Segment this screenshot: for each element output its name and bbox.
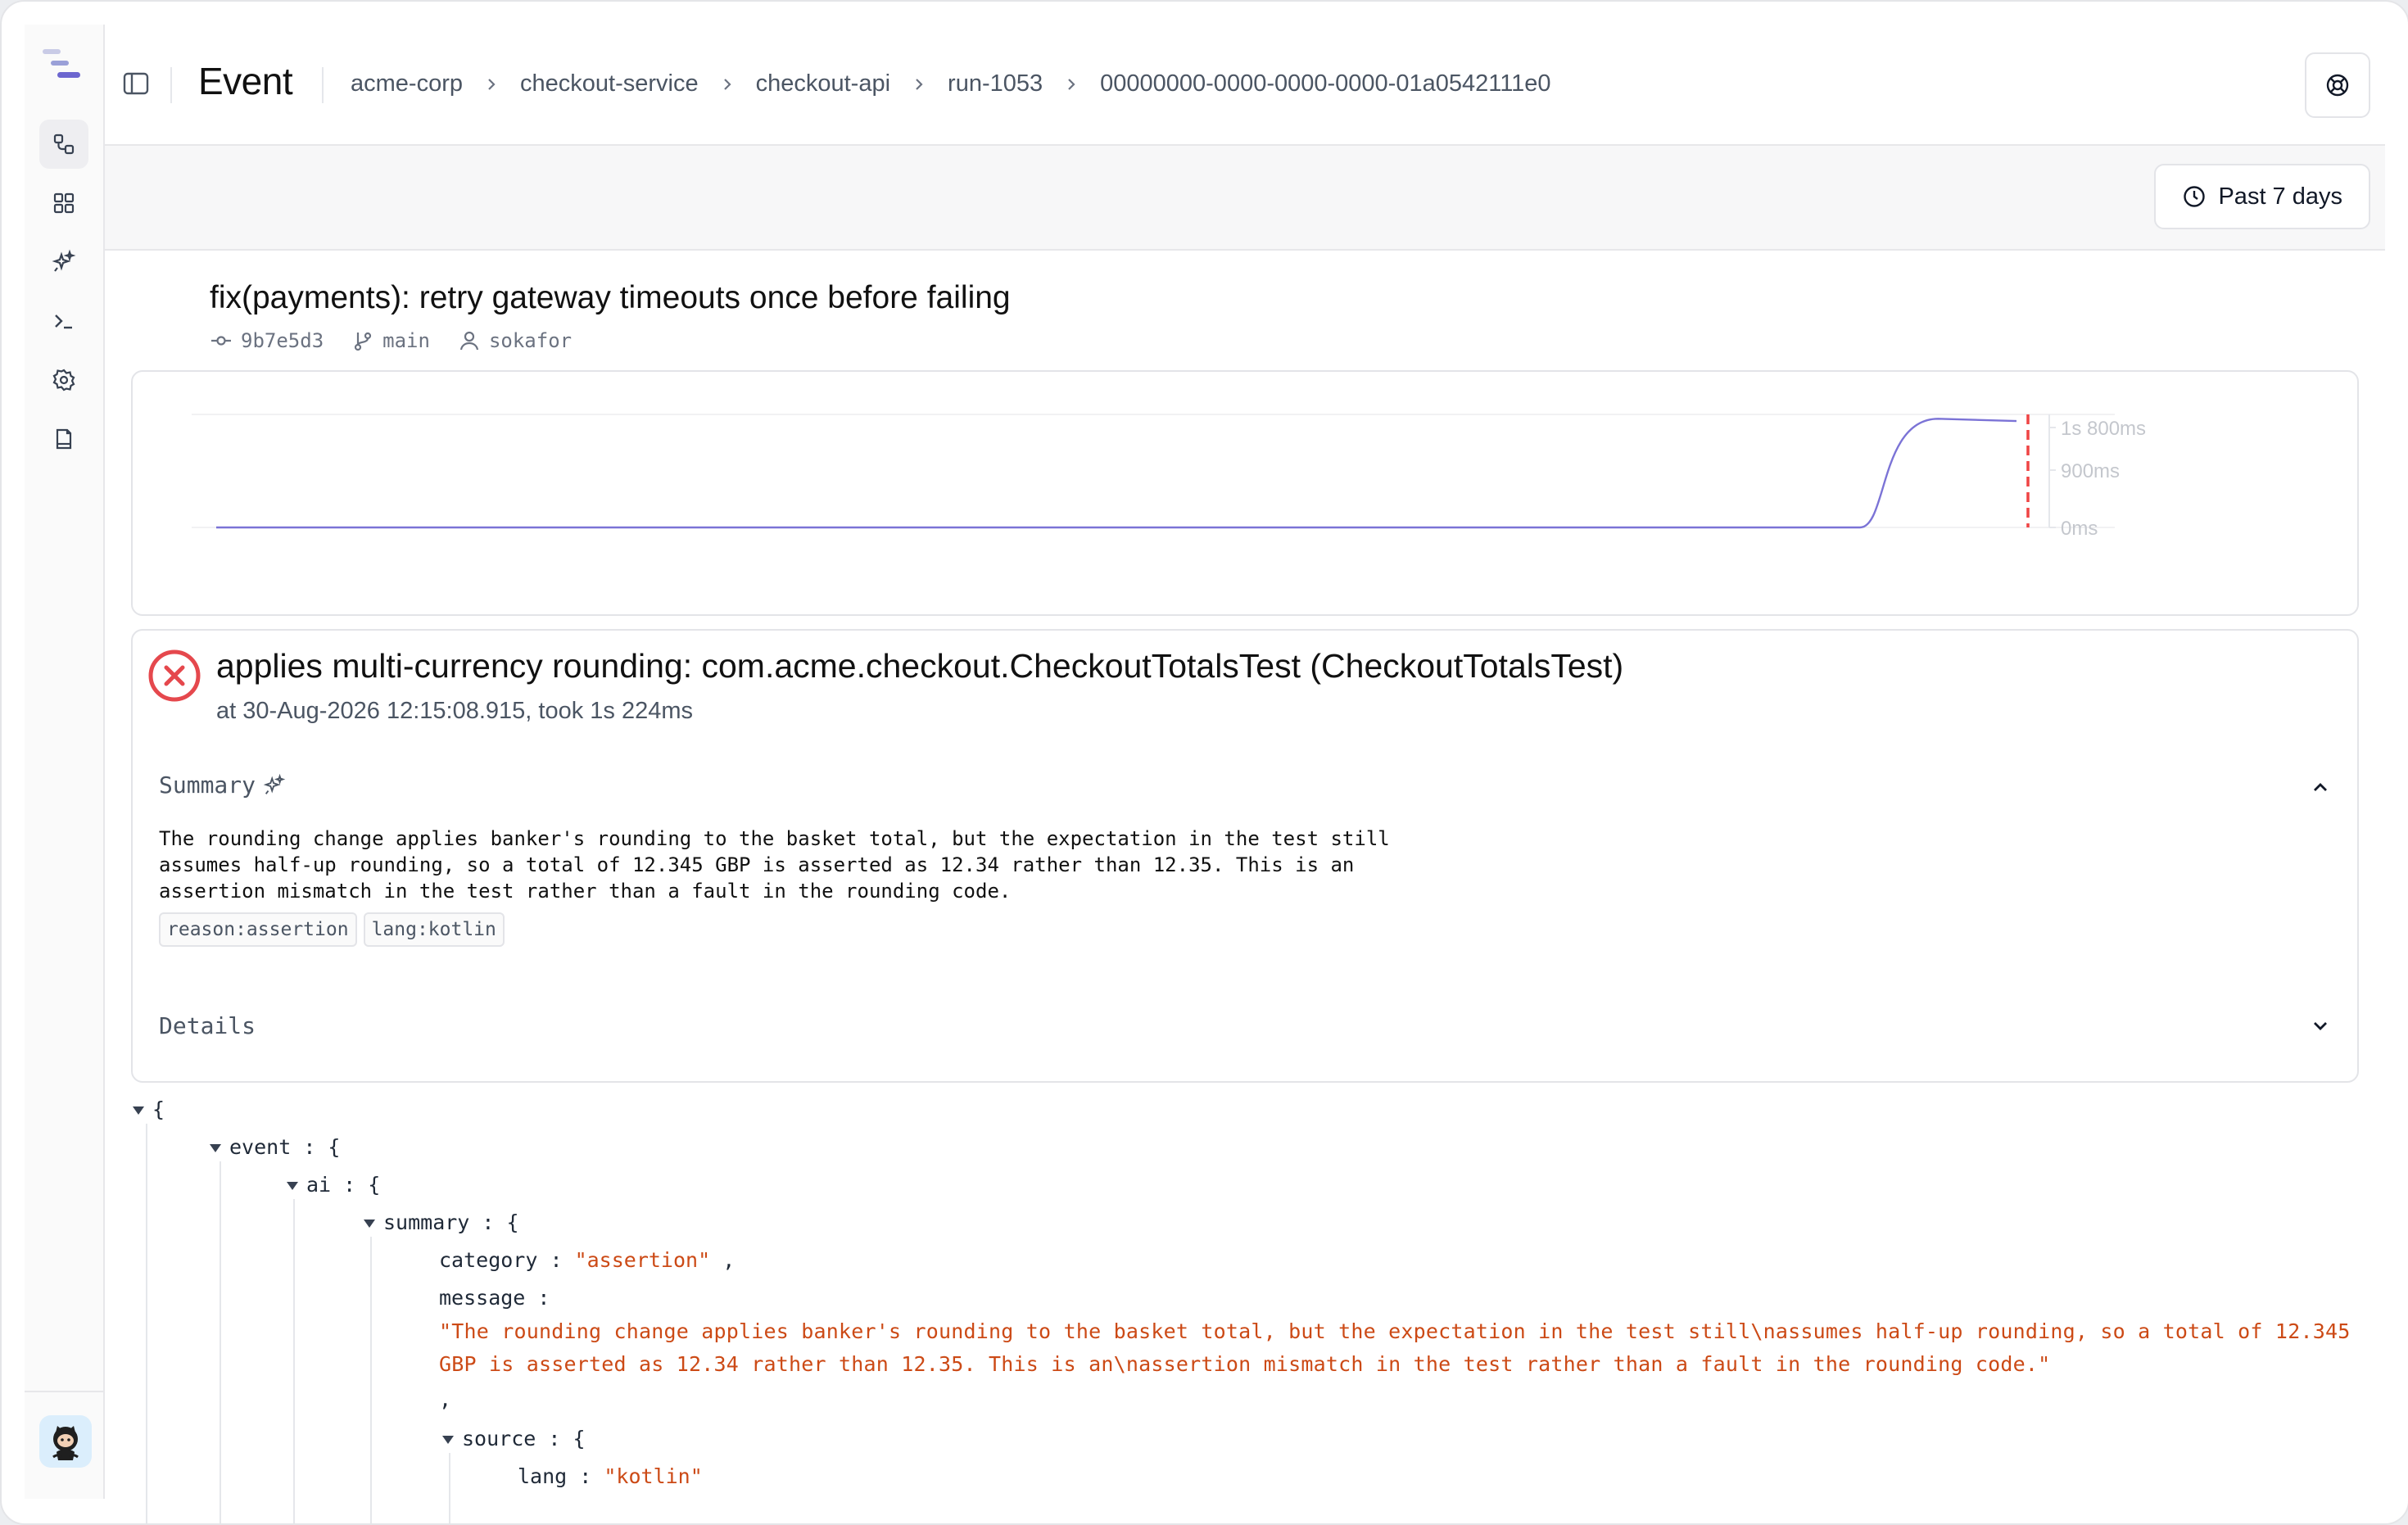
json-node-event[interactable]: event : { xyxy=(210,1135,340,1159)
json-node-ai[interactable]: ai : { xyxy=(287,1173,380,1197)
json-key: summary xyxy=(383,1210,470,1234)
summary-section-header[interactable]: Summary xyxy=(159,772,287,799)
help-button[interactable] xyxy=(2305,52,2370,118)
commit-title: fix(payments): retry gateway timeouts on… xyxy=(210,280,1011,315)
details-label: Details xyxy=(159,1012,256,1039)
json-field-message: message : xyxy=(439,1286,550,1310)
breadcrumb-service[interactable]: checkout-service xyxy=(520,70,699,97)
nav-docs-icon[interactable] xyxy=(39,414,88,464)
details-section-header[interactable]: Details xyxy=(159,1012,256,1039)
json-key: category xyxy=(439,1248,538,1272)
commit-author[interactable]: sokafor xyxy=(458,329,572,352)
test-title: applies multi-currency rounding: com.acm… xyxy=(216,647,1624,685)
indent-guide xyxy=(449,1453,450,1523)
git-commit-icon xyxy=(211,336,231,346)
indent-guide xyxy=(146,1124,147,1523)
nav-dashboard-icon[interactable] xyxy=(39,179,88,228)
nav-pipelines-icon[interactable] xyxy=(39,120,88,169)
tag-list: reason:assertion lang:kotlin xyxy=(159,912,505,947)
avatar[interactable] xyxy=(39,1415,92,1468)
chevron-right-icon xyxy=(463,77,520,92)
json-key: lang xyxy=(518,1464,568,1488)
duration-chart-card: 1s 800ms 900ms 0ms xyxy=(131,370,2359,616)
filter-bar: Past 7 days xyxy=(105,146,2385,251)
panel-toggle-icon[interactable] xyxy=(121,69,151,98)
app-window: Event acme-corp checkout-service checkou… xyxy=(0,0,2408,1525)
sidebar xyxy=(25,25,105,1499)
duration-series-line xyxy=(216,418,2017,529)
chevron-down-icon[interactable] xyxy=(2308,1014,2333,1039)
logo xyxy=(41,48,90,84)
breadcrumb: acme-corp checkout-service checkout-api … xyxy=(351,70,1551,97)
breadcrumb-org[interactable]: acme-corp xyxy=(351,70,463,97)
top-header: Event acme-corp checkout-service checkou… xyxy=(105,25,2385,146)
collapse-triangle-icon[interactable] xyxy=(133,1106,144,1115)
y-tick-label: 1s 800ms xyxy=(2061,418,2146,440)
collapse-triangle-icon[interactable] xyxy=(364,1220,375,1228)
json-string-value: "assertion" xyxy=(574,1248,711,1272)
y-tick-label: 0ms xyxy=(2061,518,2098,540)
failed-x-circle-icon xyxy=(148,649,201,702)
json-viewer: { event : { ai : { summary : { category … xyxy=(131,1091,2356,1523)
lifebuoy-icon xyxy=(2326,74,2349,97)
json-key: message xyxy=(439,1286,526,1310)
indent-guide xyxy=(370,1237,372,1523)
json-comma: , xyxy=(439,1387,452,1411)
header-divider xyxy=(170,67,172,103)
test-timestamp: at 30-Aug-2026 12:15:08.915, took 1s 224… xyxy=(216,698,694,724)
indent-guide xyxy=(293,1199,295,1523)
duration-chart: 1s 800ms 900ms 0ms xyxy=(192,414,2146,540)
breadcrumb-event-id: 00000000-0000-0000-0000-01a0542111e0 xyxy=(1100,70,1551,97)
chevron-right-icon xyxy=(699,77,756,92)
commit-sha[interactable]: 9b7e5d3 xyxy=(210,329,324,352)
json-key: ai xyxy=(306,1173,332,1197)
collapse-triangle-icon[interactable] xyxy=(442,1436,454,1444)
user-icon xyxy=(459,331,479,351)
test-result-card: applies multi-currency rounding: com.acm… xyxy=(131,629,2359,1083)
nav-terminal-icon[interactable] xyxy=(39,296,88,346)
json-key: event xyxy=(229,1135,292,1159)
collapse-triangle-icon[interactable] xyxy=(210,1144,221,1152)
json-node-source[interactable]: source : { xyxy=(442,1427,586,1450)
summary-text: The rounding change applies banker's rou… xyxy=(159,827,1390,903)
commit-branch-label: main xyxy=(382,329,430,352)
commit-author-label: sokafor xyxy=(488,329,573,352)
git-branch-icon xyxy=(355,332,372,351)
nav-settings-gear-icon[interactable] xyxy=(39,355,88,405)
json-key: source xyxy=(462,1427,536,1450)
json-brace: { xyxy=(152,1097,165,1121)
ai-sparkle-icon xyxy=(263,773,286,794)
chevron-right-icon xyxy=(1043,77,1100,92)
json-string-value: "The rounding change applies banker's ro… xyxy=(439,1319,2351,1376)
nav-ai-sparkle-icon[interactable] xyxy=(39,238,88,287)
time-range-label: Past 7 days xyxy=(2218,183,2342,210)
tag-reason[interactable]: reason:assertion xyxy=(159,912,357,947)
chevron-right-icon xyxy=(890,77,948,92)
json-field-category: category : "assertion" , xyxy=(439,1248,736,1272)
page-title: Event xyxy=(198,60,293,102)
json-root[interactable]: { xyxy=(133,1097,165,1121)
commit-meta: 9b7e5d3 main sokafor xyxy=(210,329,572,352)
commit-branch[interactable]: main xyxy=(351,329,430,352)
clock-icon xyxy=(2184,186,2206,207)
breadcrumb-component[interactable]: checkout-api xyxy=(756,70,890,97)
sidebar-divider xyxy=(25,1391,103,1392)
json-field-lang: lang : "kotlin" xyxy=(518,1464,703,1488)
json-string-value: "kotlin" xyxy=(604,1464,703,1488)
indent-guide xyxy=(220,1161,221,1523)
json-node-summary[interactable]: summary : { xyxy=(364,1210,519,1234)
y-tick-label: 900ms xyxy=(2061,460,2120,482)
time-range-button[interactable]: Past 7 days xyxy=(2154,164,2370,229)
commit-sha-label: 9b7e5d3 xyxy=(241,329,324,352)
chevron-up-icon[interactable] xyxy=(2308,775,2333,799)
tag-lang[interactable]: lang:kotlin xyxy=(363,912,505,947)
header-divider xyxy=(322,67,324,103)
collapse-triangle-icon[interactable] xyxy=(287,1182,298,1190)
summary-label: Summary xyxy=(159,772,256,799)
breadcrumb-run[interactable]: run-1053 xyxy=(948,70,1043,97)
